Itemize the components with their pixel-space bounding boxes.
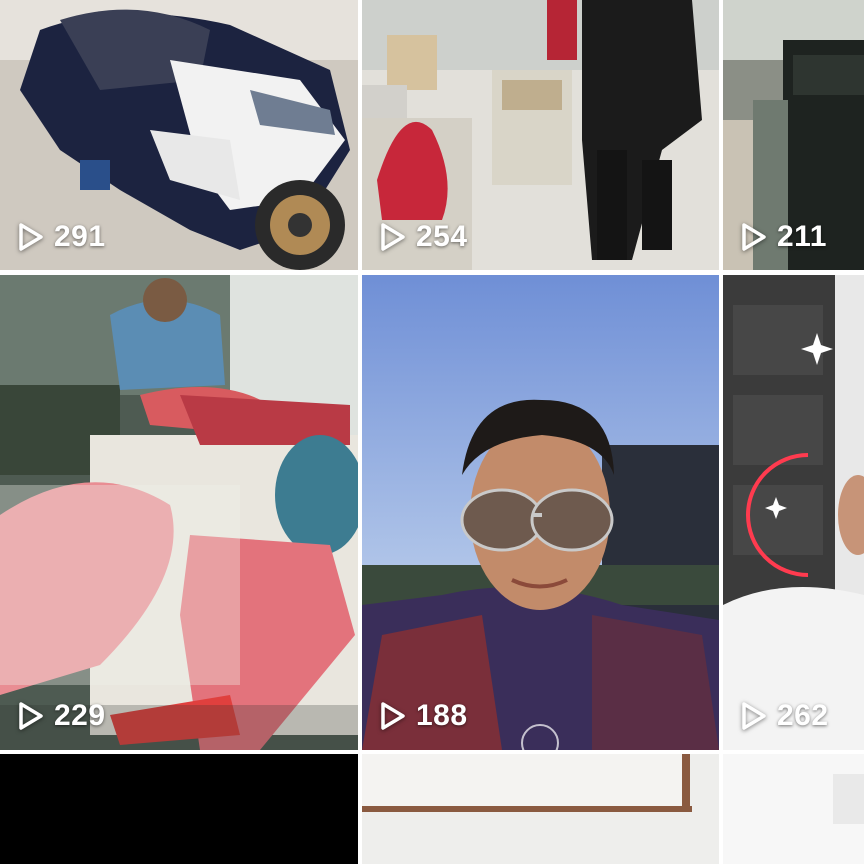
- view-count: 211: [741, 220, 827, 254]
- video-thumbnail-cutting-tuna[interactable]: 229: [0, 275, 358, 750]
- view-count-text: 262: [777, 699, 829, 732]
- view-count: 291: [18, 220, 106, 254]
- play-outline-icon: [381, 223, 405, 251]
- thumbnail-image: [723, 754, 864, 864]
- video-thumbnail-white-shirt[interactable]: 262: [723, 275, 864, 750]
- play-outline-icon: [19, 223, 43, 251]
- view-count-text: 291: [54, 220, 106, 253]
- view-count-text: 211: [777, 220, 827, 253]
- thumbnail-image: [0, 754, 358, 864]
- thumbnail-image: [0, 275, 358, 750]
- video-thumbnail-storage[interactable]: 211: [723, 0, 864, 270]
- play-outline-icon: [742, 702, 766, 730]
- view-count: 229: [18, 699, 106, 733]
- view-count-text: 188: [416, 699, 468, 732]
- video-thumbnail-white-room[interactable]: [362, 754, 719, 864]
- video-thumbnail-bright[interactable]: [723, 754, 864, 864]
- view-count: 254: [380, 220, 468, 254]
- thumbnail-image: [723, 275, 864, 750]
- video-thumbnail-black[interactable]: [0, 754, 358, 864]
- view-count: 188: [380, 699, 468, 733]
- view-count: 262: [741, 699, 829, 733]
- play-outline-icon: [742, 223, 766, 251]
- thumbnail-image: [362, 754, 719, 864]
- view-count-text: 229: [54, 699, 106, 732]
- video-thumbnail-fish-market[interactable]: 254: [362, 0, 719, 270]
- video-thumbnail-selfie[interactable]: 188: [362, 275, 719, 750]
- play-outline-icon: [19, 702, 43, 730]
- video-grid: 291 254 211 229 188 262: [0, 0, 864, 864]
- play-outline-icon: [381, 702, 405, 730]
- view-count-text: 254: [416, 220, 468, 253]
- thumbnail-image: [362, 275, 719, 750]
- video-thumbnail-motorcycle[interactable]: 291: [0, 0, 358, 270]
